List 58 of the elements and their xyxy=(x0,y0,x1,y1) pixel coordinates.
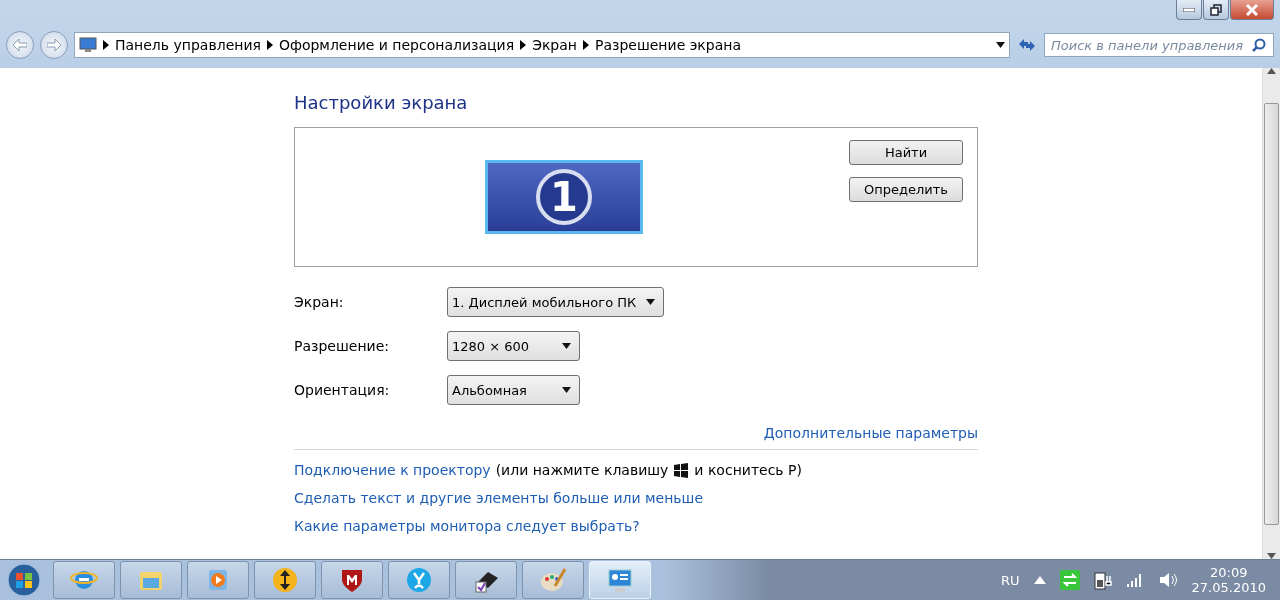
advanced-settings-link[interactable]: Дополнительные параметры xyxy=(294,425,978,450)
palette-icon xyxy=(539,566,567,594)
address-bar[interactable]: Панель управления Оформление и персонализация Экран Разрешение экрана xyxy=(74,32,1010,58)
monitor-thumbnail[interactable]: 1 xyxy=(485,160,643,234)
setting-label: Разрешение: xyxy=(294,338,390,354)
taskbar-app-button[interactable] xyxy=(455,561,517,599)
setting-dropdown[interactable]: Альбомная xyxy=(447,375,580,405)
separator-arrow-icon xyxy=(266,40,273,50)
page-title: Настройки экрана xyxy=(294,92,469,113)
setting-label: Экран: xyxy=(294,294,345,310)
forward-arrow-icon xyxy=(47,39,61,51)
projector-link[interactable]: Подключение к проектору xyxy=(294,462,491,478)
close-icon xyxy=(1246,3,1258,16)
breadcrumb[interactable]: Разрешение экрана xyxy=(595,37,742,53)
caret-icon xyxy=(562,387,571,393)
scrollbar-thumb[interactable] xyxy=(1264,102,1279,525)
monitor-icon xyxy=(79,37,97,53)
show-hidden-icons-icon[interactable] xyxy=(1033,576,1046,584)
caret-icon xyxy=(646,299,656,305)
search-field[interactable]: Поиск в панели управления xyxy=(1044,33,1274,57)
panel-button[interactable]: Определить xyxy=(849,177,963,202)
minimize-button[interactable] xyxy=(1176,0,1202,20)
help-link[interactable]: Какие параметры монитора следует выбрать? xyxy=(294,518,640,534)
back-button[interactable] xyxy=(6,31,34,59)
caret-icon xyxy=(562,343,571,349)
setting-dropdown[interactable]: 1. Дисплей мобильного ПК xyxy=(447,287,665,317)
minimize-icon xyxy=(1183,7,1195,12)
close-button[interactable] xyxy=(1230,0,1274,20)
restore-icon xyxy=(1210,3,1222,16)
breadcrumb[interactable]: Панель управления xyxy=(115,37,261,53)
separator-arrow-icon xyxy=(583,40,589,50)
breadcrumb[interactable]: Экран xyxy=(532,37,577,53)
panel-button[interactable]: Найти xyxy=(849,140,963,165)
help-link[interactable]: Сделать текст и другие элементы больше или меньше xyxy=(294,490,703,506)
setting-label: Ориентация: xyxy=(294,382,391,398)
setting-dropdown[interactable]: 1280 × 600 xyxy=(447,331,580,361)
restore-button[interactable] xyxy=(1203,0,1229,20)
start-orb-icon xyxy=(7,563,41,597)
search-icon xyxy=(1252,38,1266,52)
hint-text: (или нажмите клавишу xyxy=(495,462,669,478)
monitor-number: 1 xyxy=(536,169,592,225)
sync-icon xyxy=(271,566,299,594)
separator-arrow-icon xyxy=(520,40,527,50)
taskbar-app-button[interactable] xyxy=(254,561,316,599)
caret-icon xyxy=(996,42,1005,48)
taskbar-app-button[interactable] xyxy=(321,561,383,599)
scrollbar[interactable] xyxy=(1262,68,1280,559)
signal-icon[interactable] xyxy=(1125,572,1144,588)
forward-button[interactable] xyxy=(40,31,68,59)
hint-text: и коснитесь P) xyxy=(694,462,802,478)
display-settings-icon xyxy=(606,566,634,594)
volume-icon[interactable] xyxy=(1157,571,1178,589)
windows-key-icon xyxy=(673,462,690,478)
back-arrow-icon xyxy=(13,39,27,51)
separator-arrow-icon xyxy=(103,40,109,50)
breadcrumb[interactable]: Оформление и персонализация xyxy=(278,37,515,53)
battery-icon[interactable] xyxy=(1093,570,1112,590)
sync-icon[interactable] xyxy=(1059,570,1080,590)
